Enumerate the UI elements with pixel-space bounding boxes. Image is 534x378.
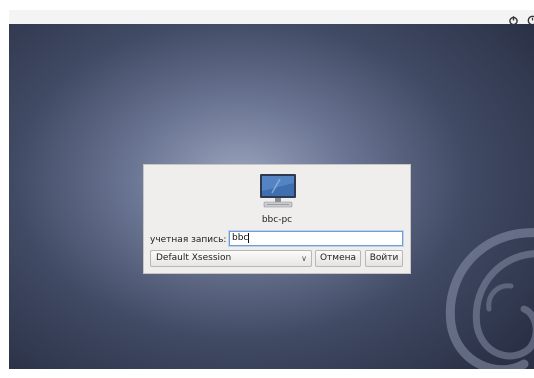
chevron-down-icon: ∨ xyxy=(301,254,307,263)
username-value: bbc xyxy=(232,233,249,243)
hostname-label: bbc-pc xyxy=(261,215,293,225)
session-selected-value: Default Xsession xyxy=(156,253,232,263)
computer-icon xyxy=(260,174,296,208)
login-button[interactable]: Войти xyxy=(365,250,403,267)
power-icon[interactable] xyxy=(508,11,519,26)
clock-icon[interactable] xyxy=(527,11,534,26)
screen: bbc-pc учетная запись: bbc Default Xsess… xyxy=(0,0,534,378)
cancel-button[interactable]: Отмена xyxy=(315,250,361,267)
text-cursor xyxy=(248,232,250,243)
username-input[interactable]: bbc xyxy=(229,231,403,246)
debian-swirl-logo xyxy=(445,228,534,369)
top-panel xyxy=(9,10,534,26)
login-dialog: bbc-pc учетная запись: bbc Default Xsess… xyxy=(143,164,411,274)
username-label: учетная запись: xyxy=(150,235,227,245)
session-dropdown[interactable]: Default Xsession ∨ xyxy=(150,250,312,267)
desktop-background: bbc-pc учетная запись: bbc Default Xsess… xyxy=(9,24,534,369)
